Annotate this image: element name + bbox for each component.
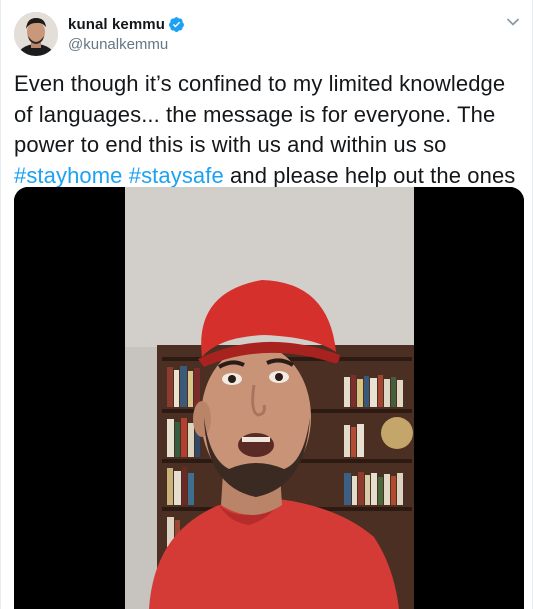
author-handle[interactable]: @kunalkemmu [68,36,185,53]
verified-badge-icon [168,16,185,33]
author-name-row: kunal kemmu [68,14,185,34]
avatar[interactable] [14,12,58,56]
hashtag-stayhome[interactable]: #stayhome [14,163,123,188]
hashtag-staysafe[interactable]: #staysafe [129,163,224,188]
tweet-text-body: Even though it’s confined to my limited … [14,71,506,157]
video-frame [14,187,524,609]
tweet-card[interactable]: kunal kemmu @kunalkemmu Even though it’s… [0,0,533,609]
author-display-name[interactable]: kunal kemmu [68,16,165,33]
tweet-author[interactable]: kunal kemmu @kunalkemmu [68,14,185,53]
video-player[interactable] [14,187,524,609]
chevron-down-icon[interactable] [504,13,522,31]
